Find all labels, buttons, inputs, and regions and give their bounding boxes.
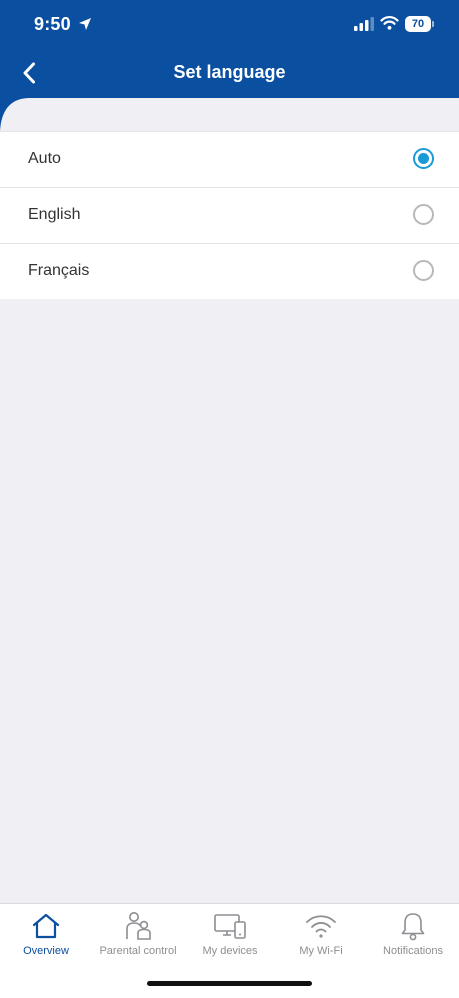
language-option-english[interactable]: English xyxy=(0,188,459,244)
tab-my-wifi[interactable]: My Wi-Fi xyxy=(275,904,367,966)
wifi-icon xyxy=(275,911,367,941)
language-label: Français xyxy=(28,262,90,279)
app-header: 9:50 70 Set language xyxy=(0,0,459,98)
tab-notifications[interactable]: Notifications xyxy=(367,904,459,966)
radio-selected-icon[interactable] xyxy=(413,148,434,169)
parental-control-icon xyxy=(92,911,184,941)
radio-dot xyxy=(418,153,429,164)
status-time: 9:50 xyxy=(34,14,71,34)
language-option-auto[interactable]: Auto xyxy=(0,132,459,188)
status-bar: 9:50 70 xyxy=(0,0,459,50)
battery-icon: 70 xyxy=(405,16,431,32)
wifi-status-icon xyxy=(380,15,399,35)
page-title: Set language xyxy=(173,62,286,82)
language-label: Auto xyxy=(28,150,61,167)
location-arrow-icon xyxy=(78,17,92,36)
language-label: English xyxy=(28,206,81,223)
battery-tip xyxy=(432,21,434,27)
tab-label: Overview xyxy=(23,945,69,957)
radio-unselected-icon[interactable] xyxy=(413,204,434,225)
tab-parental-control[interactable]: Parental control xyxy=(92,904,184,966)
tab-label: Notifications xyxy=(383,945,443,957)
header-curve xyxy=(0,98,459,131)
cellular-signal-icon xyxy=(354,17,374,36)
battery-level: 70 xyxy=(411,18,425,30)
radio-unselected-icon[interactable] xyxy=(413,260,434,281)
language-option-francais[interactable]: Français xyxy=(0,244,459,299)
home-indicator xyxy=(147,981,312,986)
bell-icon xyxy=(367,911,459,941)
tab-label: My devices xyxy=(202,945,258,957)
tab-label: My Wi-Fi xyxy=(299,945,343,957)
language-list: Auto English Français xyxy=(0,131,459,299)
tab-overview[interactable]: Overview xyxy=(0,904,92,966)
tab-label: Parental control xyxy=(99,945,177,957)
devices-icon xyxy=(184,911,276,941)
home-icon xyxy=(0,911,92,941)
tab-my-devices[interactable]: My devices xyxy=(184,904,276,966)
